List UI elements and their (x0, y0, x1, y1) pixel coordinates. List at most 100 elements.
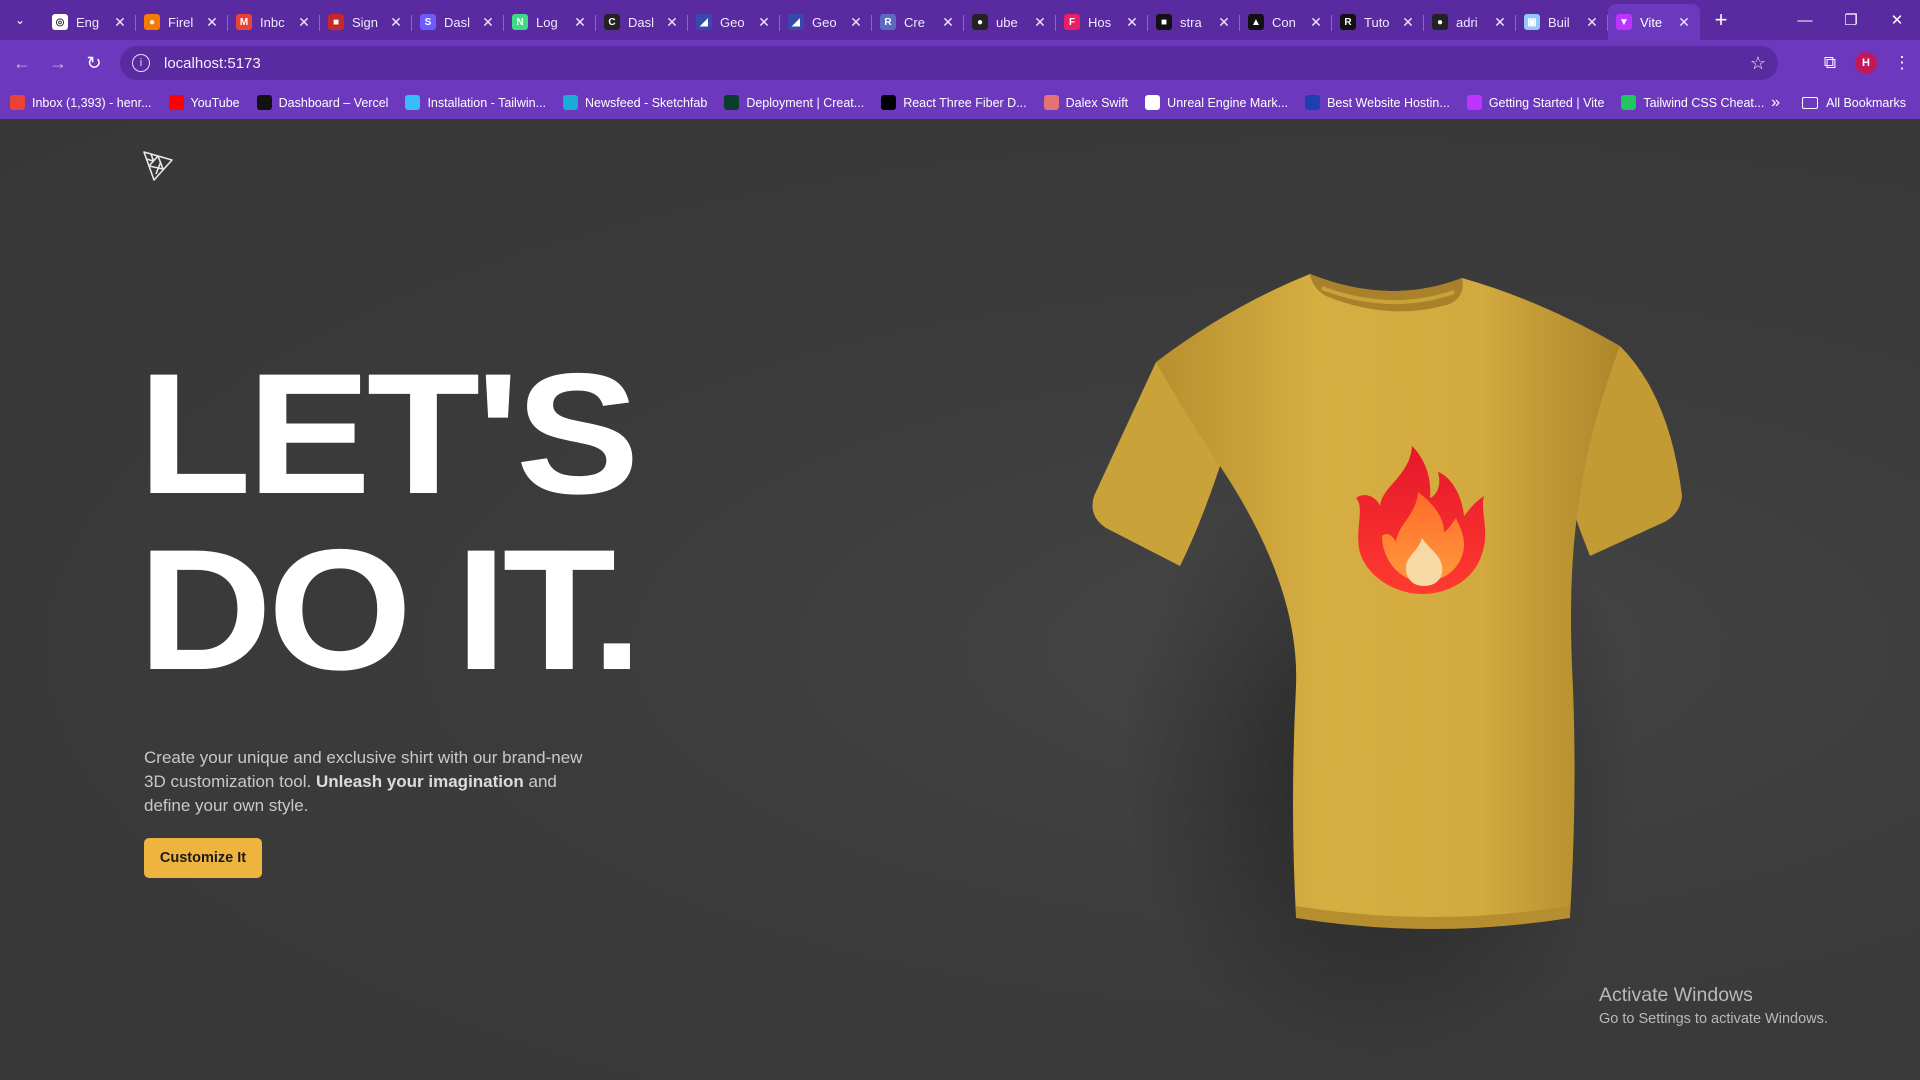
tab-close-icon[interactable]: ✕ (940, 14, 956, 31)
bookmark-favicon-icon (881, 95, 897, 110)
bookmark-item[interactable]: Getting Started | Vite (1466, 95, 1604, 110)
close-window-button[interactable]: ✕ (1874, 0, 1920, 40)
toolbar-actions: ⧉ H ⋮ (1812, 46, 1920, 80)
tab-close-icon[interactable]: ✕ (296, 14, 312, 31)
bookmark-item[interactable]: Dalex Swift (1043, 95, 1128, 110)
browser-tab[interactable]: F Hos ✕ (1056, 6, 1148, 38)
browser-tab[interactable]: R Cre ✕ (872, 6, 964, 38)
tab-close-icon[interactable]: ✕ (664, 14, 680, 31)
tab-strip: ◎ Eng ✕ ● Firel ✕ M Inbc ✕ ■ Sign ✕ S Dasl ✕ N Log ✕ C Dasl… (44, 0, 1700, 40)
tab-title: Hos (1088, 14, 1112, 30)
back-button[interactable]: ← (4, 45, 40, 81)
tab-close-icon[interactable]: ✕ (1584, 14, 1600, 31)
tab-title: Cre (904, 14, 925, 30)
all-bookmarks-label: All Bookmarks (1826, 95, 1906, 110)
tab-favicon-icon: ◢ (696, 14, 712, 30)
browser-tab[interactable]: ◎ Eng ✕ (44, 6, 136, 38)
customize-button[interactable]: Customize It (144, 838, 262, 878)
tab-close-icon[interactable]: ✕ (1308, 14, 1324, 31)
browser-tab[interactable]: C Dasl ✕ (596, 6, 688, 38)
browser-tab[interactable]: S Dasl ✕ (412, 6, 504, 38)
bookmark-item[interactable]: Deployment | Creat... (724, 95, 864, 110)
tab-title: Con (1272, 14, 1296, 30)
bookmark-item[interactable]: Installation - Tailwin... (405, 95, 546, 110)
arrow-left-icon: ← (13, 52, 31, 73)
reload-button[interactable]: ↻ (76, 45, 112, 81)
bookmark-favicon-icon (168, 95, 184, 110)
browser-tab[interactable]: ● Firel ✕ (136, 6, 228, 38)
bookmark-label: Best Website Hostin... (1327, 95, 1450, 110)
menu-kebab-icon[interactable]: ⋮ (1884, 46, 1920, 80)
tab-favicon-icon: ● (972, 14, 988, 30)
extensions-icon[interactable]: ⧉ (1812, 46, 1848, 80)
bookmark-item[interactable]: YouTube (168, 95, 240, 110)
tab-close-icon[interactable]: ✕ (848, 14, 864, 31)
desc-bold-text: Unleash your imagination (315, 772, 524, 791)
bookmark-item[interactable]: Tailwind CSS Cheat... (1621, 95, 1764, 110)
browser-tab[interactable]: ▣ Buil ✕ (1516, 6, 1608, 38)
tab-close-icon[interactable]: ✕ (388, 14, 404, 31)
forward-button[interactable]: → (40, 45, 76, 81)
bookmark-label: Unreal Engine Mark... (1167, 95, 1289, 110)
activate-subtitle: Go to Settings to activate Windows. (1599, 1011, 1828, 1027)
bookmark-item[interactable]: Newsfeed - Sketchfab (563, 95, 707, 110)
tab-close-icon[interactable]: ✕ (1032, 14, 1048, 31)
bookmark-label: React Three Fiber D... (903, 95, 1027, 110)
browser-tab-bar: ⌄ ◎ Eng ✕ ● Firel ✕ M Inbc ✕ ■ Sign ✕ S Dasl ✕ N Log ✕ C Da… (0, 0, 1920, 40)
tab-title: Dasl (628, 14, 655, 30)
browser-tab[interactable]: ● adri ✕ (1424, 6, 1516, 38)
tab-close-icon[interactable]: ✕ (756, 14, 772, 31)
tab-favicon-icon: ◢ (788, 14, 804, 30)
minimize-button[interactable]: — (1782, 0, 1828, 40)
browser-tab[interactable]: ■ stra ✕ (1148, 6, 1240, 38)
browser-tab[interactable]: ■ Sign ✕ (320, 6, 412, 38)
browser-tab[interactable]: R Tuto ✕ (1332, 6, 1424, 38)
tab-title: ube (996, 14, 1018, 30)
tab-title: Sign (352, 14, 379, 30)
bookmark-star-icon[interactable]: ☆ (1750, 53, 1766, 74)
tab-search-button[interactable]: ⌄ (8, 8, 32, 32)
more-bookmarks-chevron-icon[interactable]: » (1771, 94, 1780, 112)
browser-tab[interactable]: ● ube ✕ (964, 6, 1056, 38)
tab-favicon-icon: F (1064, 14, 1080, 30)
browser-tab[interactable]: ▲ Con ✕ (1240, 6, 1332, 38)
browser-tab[interactable]: N Log ✕ (504, 6, 596, 38)
browser-tab[interactable]: ▼ Vite ✕ (1608, 4, 1700, 40)
tab-favicon-icon: ■ (1156, 14, 1172, 30)
all-bookmarks-button[interactable]: All Bookmarks (1802, 96, 1906, 110)
tab-close-icon[interactable]: ✕ (1676, 14, 1692, 31)
bookmark-item[interactable]: Best Website Hostin... (1305, 95, 1450, 110)
bookmark-favicon-icon (256, 95, 272, 110)
browser-tab[interactable]: ◢ Geo ✕ (780, 6, 872, 38)
browser-tab[interactable]: ◢ Geo ✕ (688, 6, 780, 38)
bookmark-label: Inbox (1,393) - henr... (32, 95, 152, 110)
bookmark-item[interactable]: Unreal Engine Mark... (1145, 95, 1288, 110)
tab-title: Geo (720, 14, 745, 30)
tab-close-icon[interactable]: ✕ (1216, 14, 1232, 31)
tab-close-icon[interactable]: ✕ (1400, 14, 1416, 31)
browser-toolbar: ← → ↻ i localhost:5173 ☆ ⧉ H ⋮ (0, 40, 1920, 86)
address-bar[interactable]: i localhost:5173 ☆ (120, 46, 1778, 80)
tshirt-3d-model[interactable] (1070, 266, 1710, 966)
restore-button[interactable]: ❐ (1828, 0, 1874, 40)
tab-close-icon[interactable]: ✕ (1124, 14, 1140, 31)
tab-close-icon[interactable]: ✕ (204, 14, 220, 31)
activate-title: Activate Windows (1599, 984, 1753, 1006)
bookmark-item[interactable]: React Three Fiber D... (881, 95, 1027, 110)
bookmarks-bar: Inbox (1,393) - henr... YouTube Dashboard … (0, 86, 1920, 120)
url-text: localhost:5173 (164, 54, 261, 72)
browser-tab[interactable]: M Inbc ✕ (228, 6, 320, 38)
tab-close-icon[interactable]: ✕ (480, 14, 496, 31)
bookmark-label: Newsfeed - Sketchfab (585, 95, 708, 110)
site-info-icon[interactable]: i (132, 54, 150, 72)
tab-close-icon[interactable]: ✕ (112, 14, 128, 31)
tab-close-icon[interactable]: ✕ (572, 14, 588, 31)
profile-button[interactable]: H (1848, 46, 1884, 80)
folder-icon (1802, 96, 1819, 109)
tab-favicon-icon: R (880, 14, 896, 30)
tab-close-icon[interactable]: ✕ (1492, 14, 1508, 31)
bookmark-item[interactable]: Inbox (1,393) - henr... (10, 95, 152, 110)
bookmark-item[interactable]: Dashboard – Vercel (256, 95, 388, 110)
new-tab-button[interactable]: + (1706, 5, 1736, 35)
bookmark-label: YouTube (190, 95, 240, 110)
